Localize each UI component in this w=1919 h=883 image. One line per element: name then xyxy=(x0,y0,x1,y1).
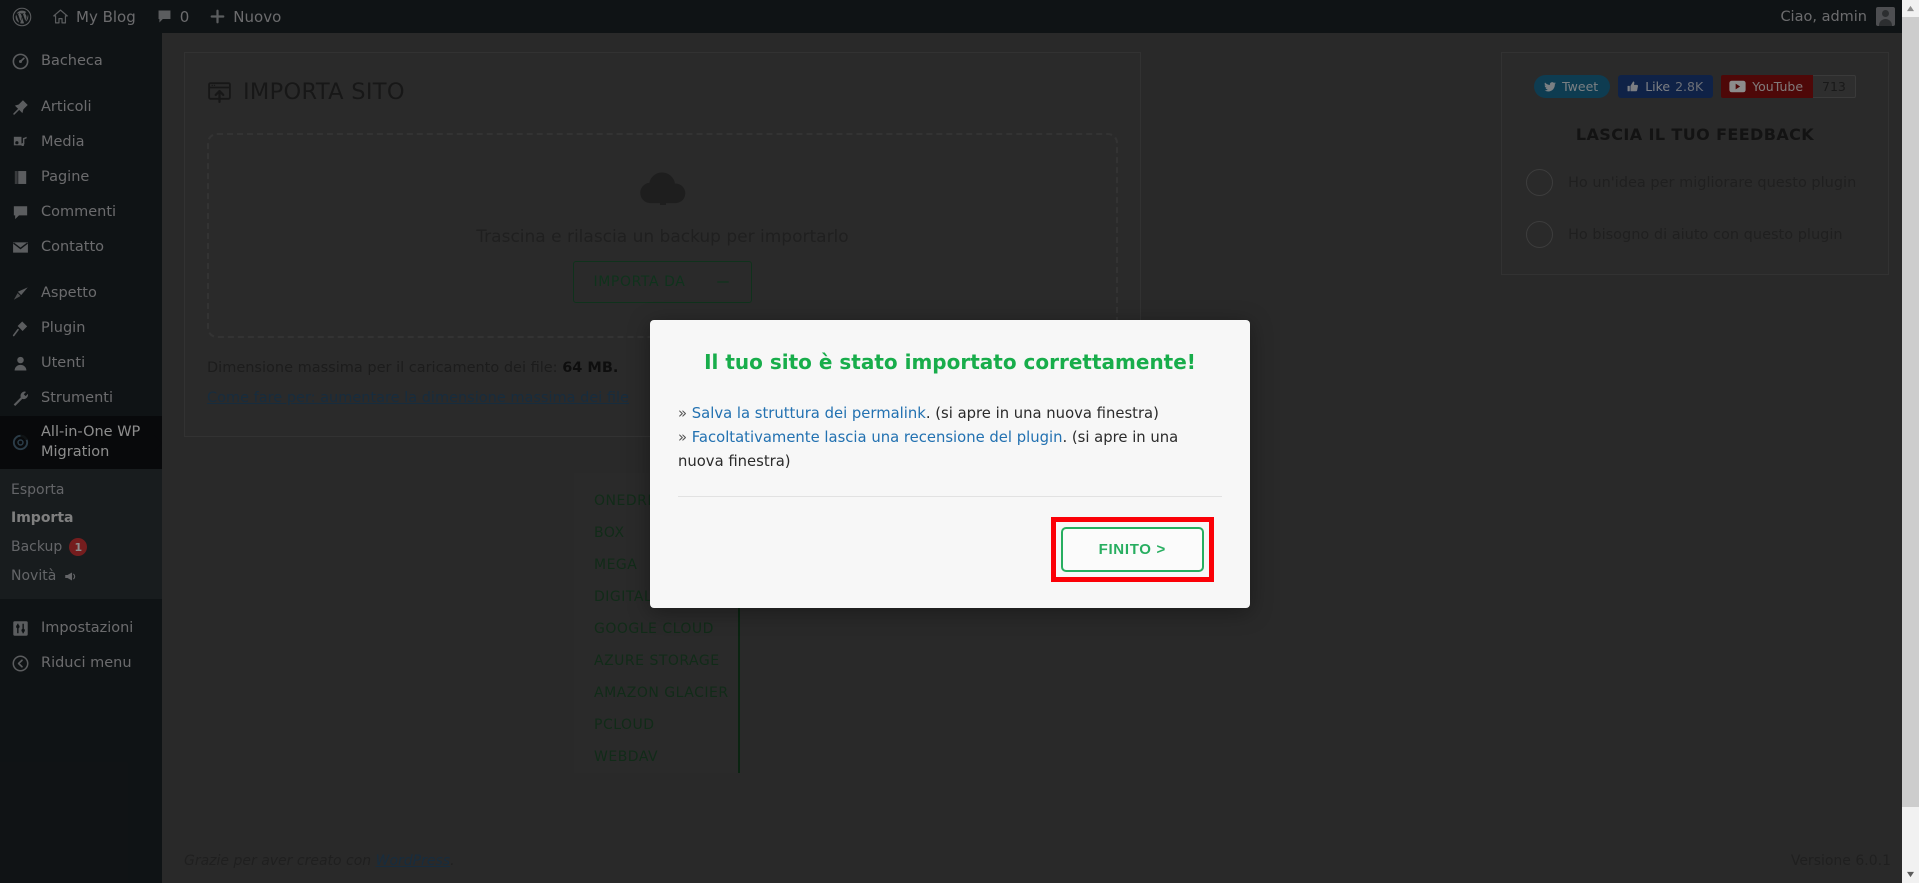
modal-body: » Salva la struttura dei permalink. (si … xyxy=(650,374,1250,474)
modal-footer: FINITO > xyxy=(678,495,1222,608)
modal-line-rest: . (si apre in una nuova finestra) xyxy=(925,405,1159,422)
import-success-modal: Il tuo sito è stato importato correttame… xyxy=(650,320,1250,608)
bullet-guillemet: » xyxy=(678,405,688,422)
modal-line: » Facoltativamente lascia una recensione… xyxy=(678,426,1222,474)
finish-button[interactable]: FINITO > xyxy=(1060,526,1204,572)
modal-line: » Salva la struttura dei permalink. (si … xyxy=(678,402,1222,426)
plugin-review-link[interactable]: Facoltativamente lascia una recensione d… xyxy=(692,429,1063,446)
finish-button-highlight: FINITO > xyxy=(1050,516,1214,582)
permalink-settings-link[interactable]: Salva la struttura dei permalink xyxy=(692,405,926,422)
modal-title: Il tuo sito è stato importato correttame… xyxy=(704,350,1196,374)
page-root: My Blog 0 Nuovo Ciao, admin Bacheca Arti… xyxy=(0,0,1919,883)
bullet-guillemet: » xyxy=(678,428,688,446)
